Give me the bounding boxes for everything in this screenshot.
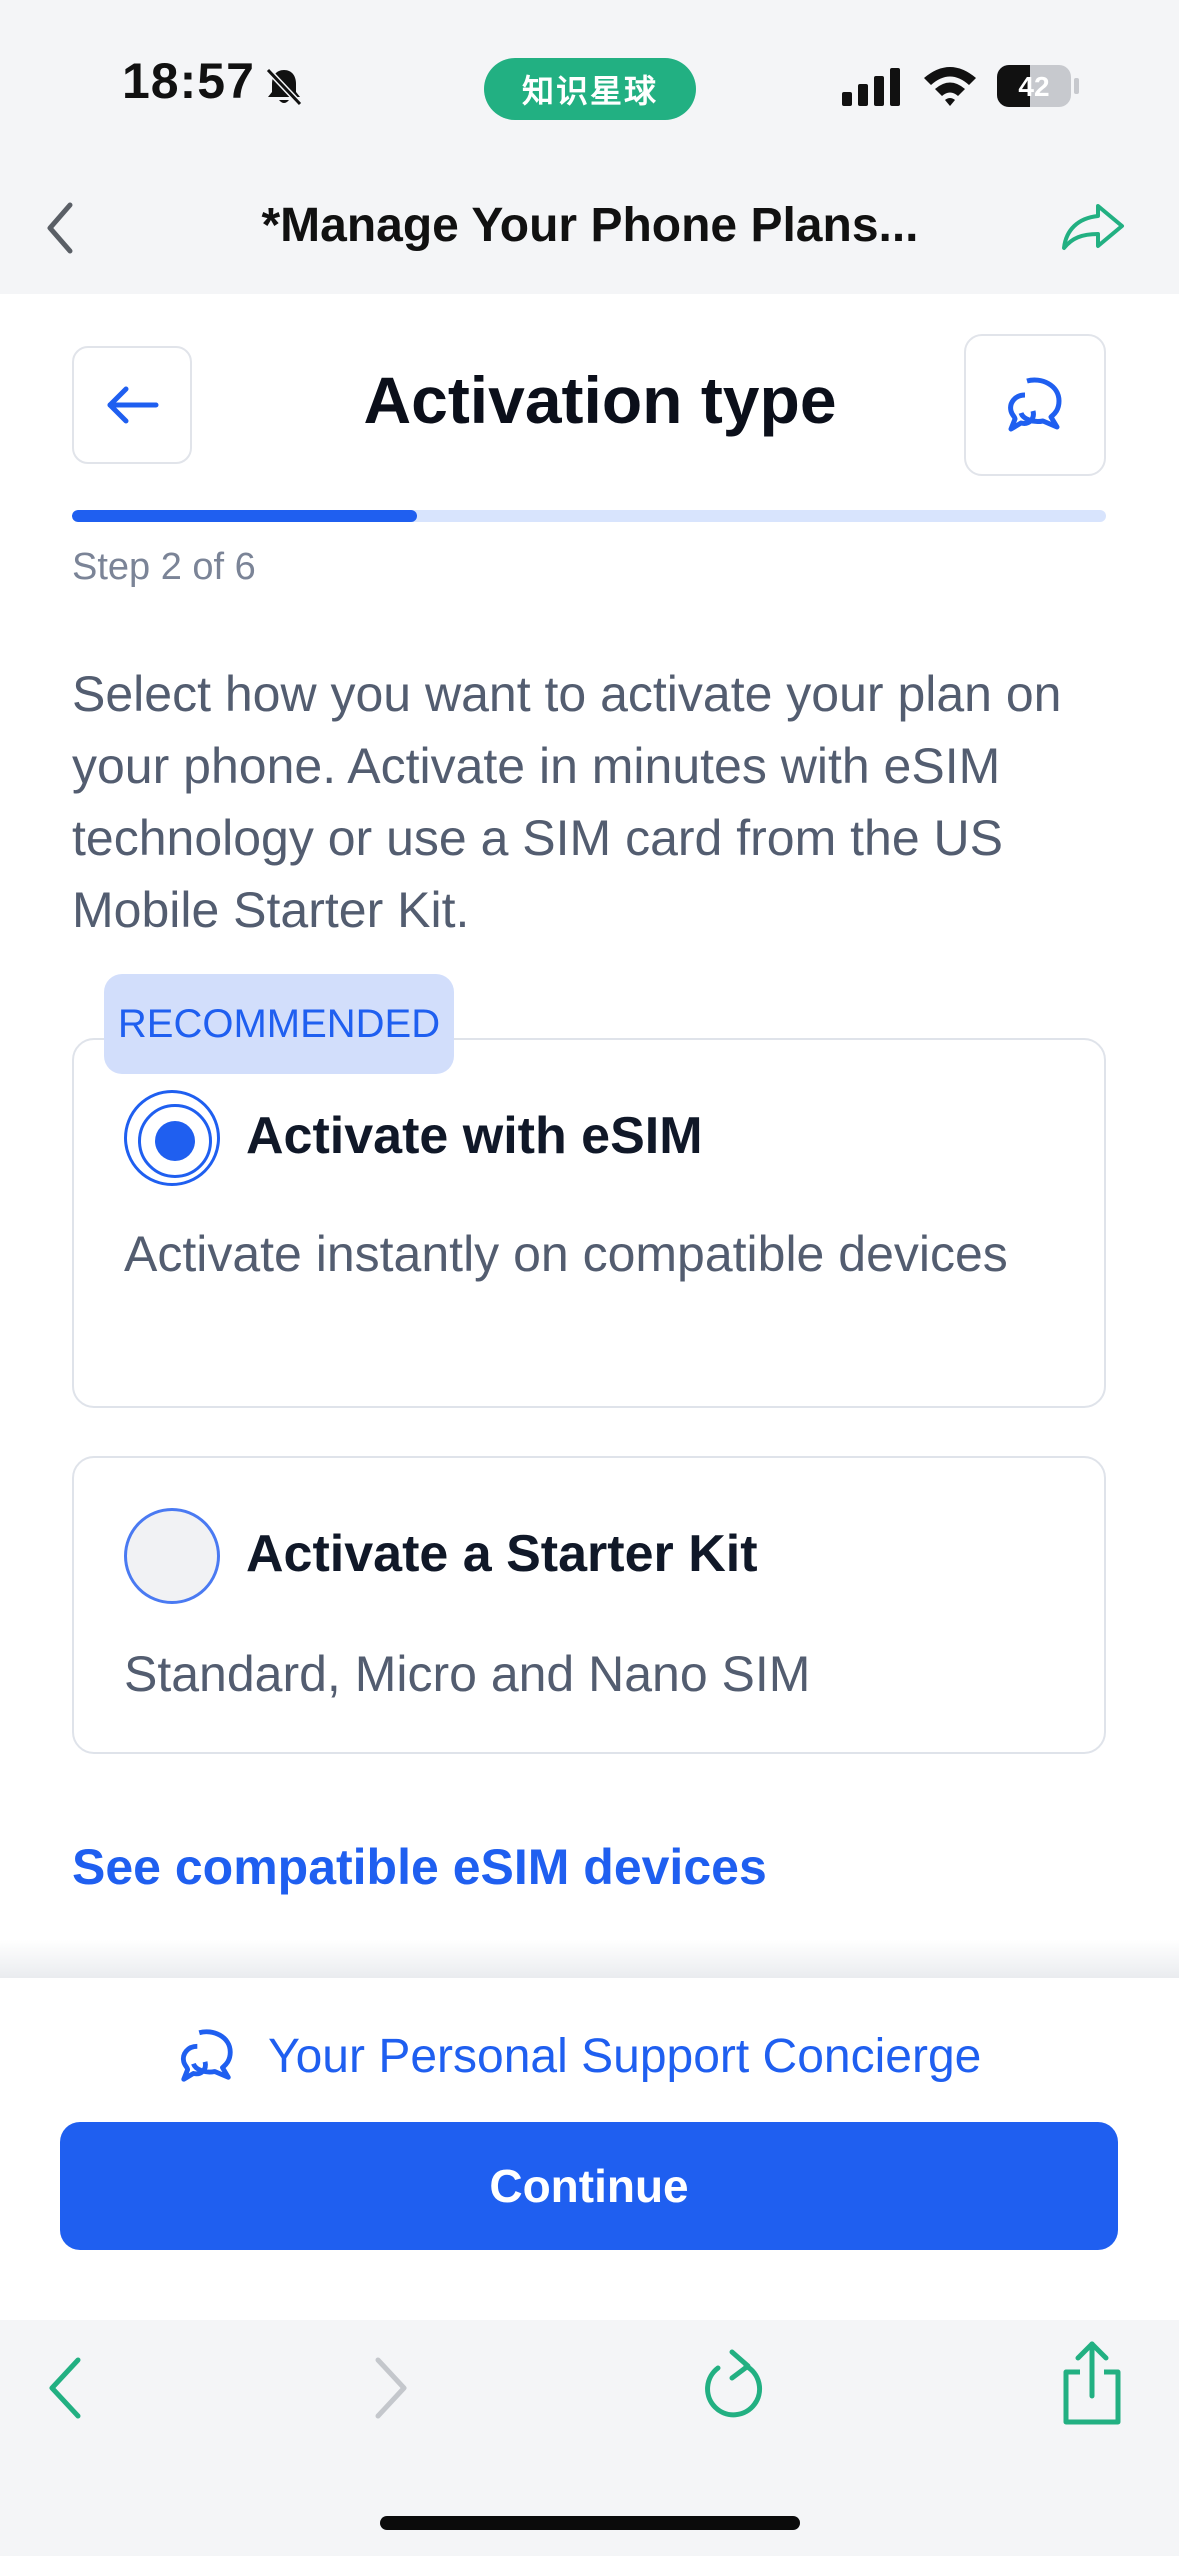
continue-button[interactable]: Continue [60,2122,1118,2250]
chat-bubbles-icon [1008,377,1062,432]
option-esim-card[interactable]: Activate with eSIM Activate instantly on… [72,1038,1106,1408]
share-arrow-icon[interactable] [1058,200,1128,254]
status-time: 18:57 [122,53,255,109]
compatible-devices-link[interactable]: See compatible eSIM devices [72,1838,767,1896]
progress-fill [72,510,417,522]
step-label: Step 2 of 6 [72,546,256,588]
browser-title: *Manage Your Phone Plans... [261,199,919,252]
concierge-label: Your Personal Support Concierge [268,2029,982,2083]
progress-bar [72,510,1106,522]
chevron-left-icon[interactable] [38,195,84,261]
recommended-badge: RECOMMENDED [104,974,454,1074]
radio-selected[interactable] [124,1090,220,1186]
screen: 18:57 知识星球 42 *Manage Your Phone Plans..… [0,0,1179,2556]
arrow-left-icon [107,386,159,424]
home-indicator [380,2516,800,2530]
share-icon[interactable] [1060,2340,1124,2428]
option-description: Activate instantly on compatible devices [124,1226,1008,1282]
radio-unselected[interactable] [124,1508,220,1604]
bell-slash-icon [265,67,303,107]
support-concierge-link[interactable]: Your Personal Support Concierge [176,2020,981,2092]
option-title: Activate with eSIM [246,1107,703,1165]
forward-icon[interactable] [364,2352,416,2424]
intro-text: Select how you want to activate your pla… [72,666,1062,938]
back-icon[interactable] [40,2352,92,2424]
battery-level: 42 [1018,71,1049,102]
page-title: Activation type [363,363,837,437]
option-description: Standard, Micro and Nano SIM [124,1646,811,1702]
chat-bubbles-icon [180,2029,233,2082]
app-badge[interactable]: 知识星球 [484,58,696,120]
option-starter-kit-card[interactable]: Activate a Starter Kit Standard, Micro a… [72,1456,1106,1754]
signal-icon [842,68,900,106]
back-button[interactable] [72,346,192,464]
scroll-fade [0,1940,1179,1980]
wifi-icon [924,67,976,106]
chat-button[interactable] [964,334,1106,476]
battery-icon: 42 [997,65,1079,107]
reload-icon[interactable] [698,2346,770,2426]
option-title: Activate a Starter Kit [246,1525,758,1583]
